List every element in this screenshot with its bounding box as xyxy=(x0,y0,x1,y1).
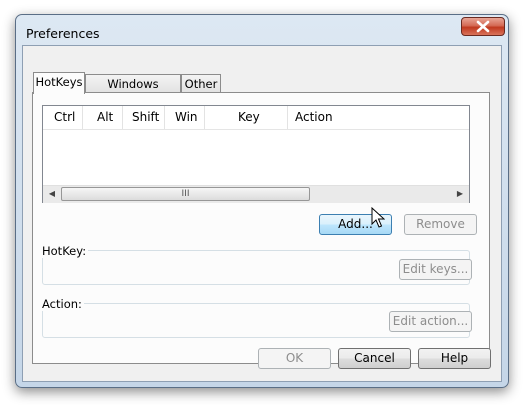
edit-keys-button[interactable]: Edit keys... xyxy=(399,259,472,280)
ok-button-label: OK xyxy=(285,351,304,365)
help-button-label: Help xyxy=(440,351,469,365)
cancel-button[interactable]: Cancel xyxy=(338,348,411,369)
hotkey-group-label: HotKey: xyxy=(40,244,89,258)
scroll-grip: III xyxy=(181,189,190,199)
remove-button-label: Remove xyxy=(416,217,465,231)
add-button-label: Add... xyxy=(338,217,373,231)
mouse-pointer-icon xyxy=(371,207,385,228)
column-key-label: Key xyxy=(238,110,260,124)
column-header-ctrl[interactable]: Ctrl xyxy=(43,106,83,129)
column-action-label: Action xyxy=(295,110,333,124)
column-header-shift[interactable]: Shift xyxy=(123,106,165,129)
horizontal-scrollbar[interactable]: ◀ III ▶ xyxy=(43,185,469,203)
hotkeys-list[interactable]: Ctrl Alt Shift Win Key Action ◀ III ▶ xyxy=(42,105,470,203)
tab-other[interactable]: Other xyxy=(181,74,221,93)
tab-windows-hotkeys[interactable]: Windows HotKeys xyxy=(85,74,181,109)
help-button[interactable]: Help xyxy=(418,348,491,369)
ok-button[interactable]: OK xyxy=(258,348,331,369)
column-header-alt[interactable]: Alt xyxy=(83,106,123,129)
edit-action-button-label: Edit action... xyxy=(392,314,469,328)
list-header: Ctrl Alt Shift Win Key Action xyxy=(43,106,469,130)
scrollbar-thumb[interactable]: III xyxy=(61,187,310,201)
column-header-win[interactable]: Win xyxy=(165,106,205,129)
dialog-client-area: HotKeys Windows HotKeys Other Ctrl Alt S… xyxy=(22,45,502,382)
column-alt-label: Alt xyxy=(97,110,114,124)
cancel-button-label: Cancel xyxy=(354,351,395,365)
close-button[interactable] xyxy=(461,17,505,36)
column-win-label: Win xyxy=(175,110,198,124)
edit-keys-button-label: Edit keys... xyxy=(402,262,469,276)
remove-button[interactable]: Remove xyxy=(404,214,477,235)
edit-action-button[interactable]: Edit action... xyxy=(389,311,472,332)
tab-panel-hotkeys: Ctrl Alt Shift Win Key Action ◀ III ▶ Ad… xyxy=(32,92,490,364)
column-shift-label: Shift xyxy=(132,110,160,124)
scroll-right-arrow-icon[interactable]: ▶ xyxy=(454,188,466,200)
tab-hotkeys-label: HotKeys xyxy=(35,75,83,89)
scroll-left-arrow-icon[interactable]: ◀ xyxy=(46,188,58,200)
window-title: Preferences xyxy=(26,26,100,41)
action-group-label: Action: xyxy=(40,297,84,311)
close-icon xyxy=(476,20,490,33)
tab-hotkeys[interactable]: HotKeys xyxy=(33,72,85,94)
column-ctrl-label: Ctrl xyxy=(54,110,76,124)
column-header-key[interactable]: Key xyxy=(205,106,288,129)
tab-other-label: Other xyxy=(184,77,218,91)
column-header-action[interactable]: Action xyxy=(288,106,469,129)
preferences-dialog: Preferences HotKeys Windows HotKeys Othe… xyxy=(15,14,509,388)
